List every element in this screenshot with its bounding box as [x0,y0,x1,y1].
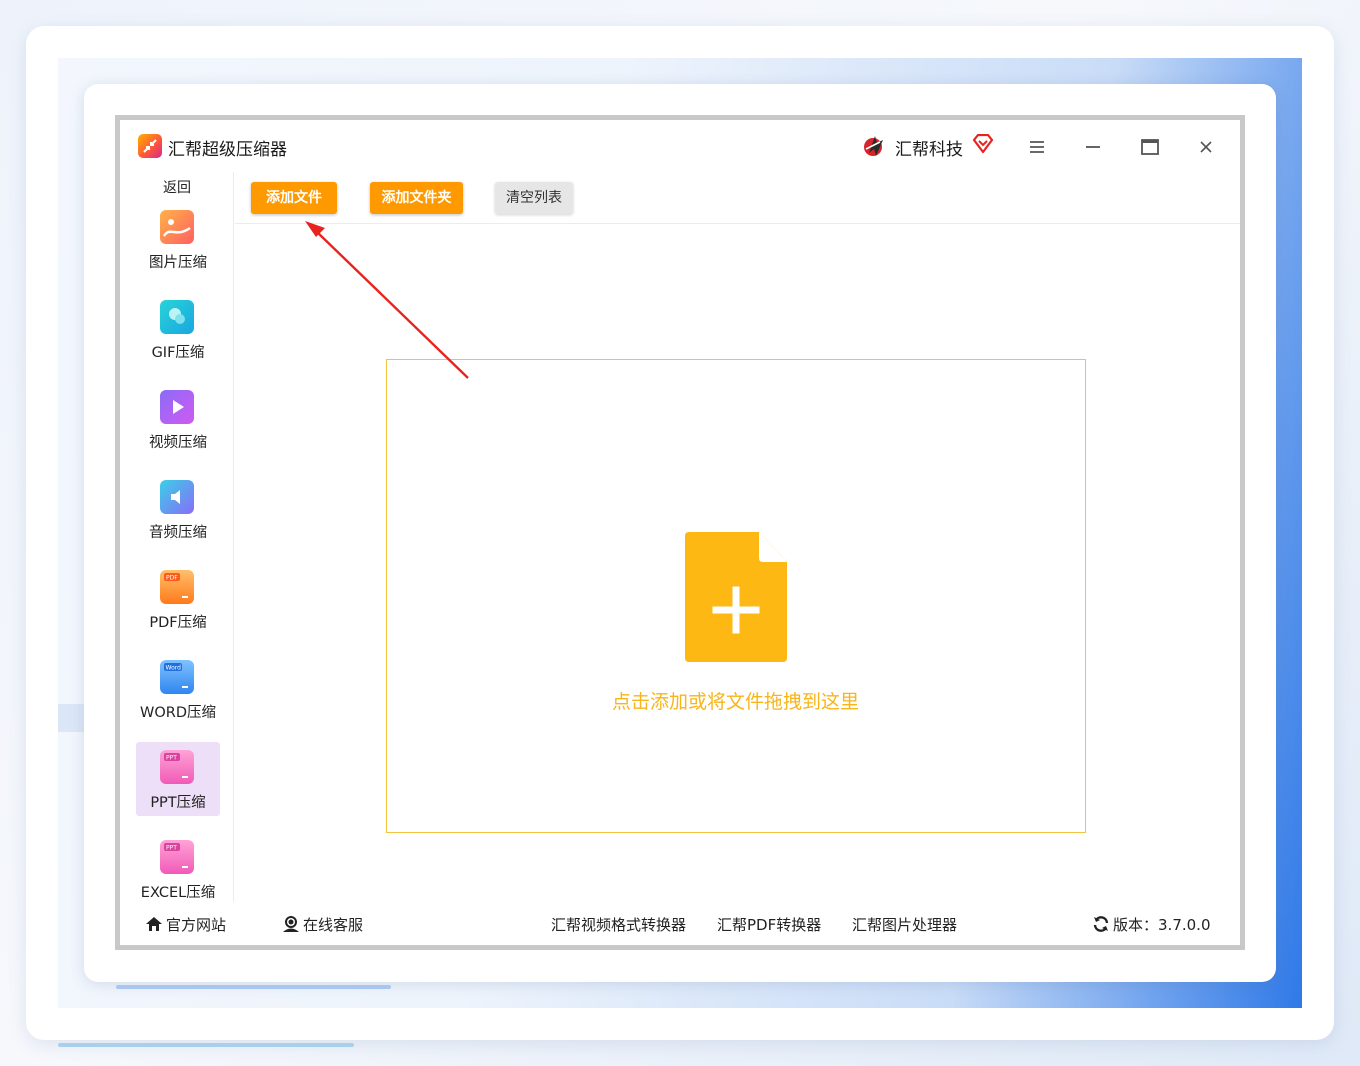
refresh-icon [1093,916,1109,932]
audio-compress-icon [160,480,194,514]
image-compress-icon [160,210,194,244]
back-link[interactable]: 返回 [120,177,234,197]
menu-button[interactable] [1020,130,1054,164]
drop-hint-text: 点击添加或将文件拖拽到这里 [611,691,859,713]
sidebar-item-pdf[interactable]: PDF PDF压缩 [136,562,220,636]
sidebar-item-image[interactable]: 图片压缩 [136,202,220,276]
file-drop-zone[interactable]: 点击添加或将文件拖拽到这里 [386,359,1086,833]
hamburger-icon [1030,141,1044,153]
toolbar: 添加文件 添加文件夹 清空列表 [235,172,1240,224]
minimize-button[interactable] [1076,130,1110,164]
add-file-button[interactable]: 添加文件 [251,182,337,214]
svg-text:Word: Word [166,665,182,672]
version-info[interactable]: 版本：3.7.0.0 [1092,914,1211,935]
sidebar-item-ppt[interactable]: PPT PPT压缩 [136,742,220,816]
video-converter-link[interactable]: 汇帮视频格式转换器 [551,914,686,935]
home-icon [146,917,162,931]
support-agent-icon [283,916,299,932]
online-support-label: 在线客服 [303,916,364,934]
app-title: 汇帮超级压缩器 [168,140,287,160]
close-icon [1200,141,1212,153]
sidebar-item-label: WORD压缩 [140,705,216,721]
vip-diamond-icon[interactable] [972,134,994,154]
sidebar-item-label: 音频压缩 [149,525,207,541]
svg-text:PDF: PDF [166,575,178,582]
version-number: 3.7.0.0 [1158,916,1211,934]
clear-list-button[interactable]: 清空列表 [495,182,573,214]
sidebar-item-label: EXCEL压缩 [140,885,216,901]
sidebar-item-word[interactable]: Word WORD压缩 [136,652,220,726]
add-file-icon [685,532,787,662]
svg-text:PPT: PPT [166,755,177,762]
sidebar-item-label: PDF压缩 [149,615,207,631]
gif-compress-icon [160,300,194,334]
maximize-button[interactable] [1133,130,1167,164]
close-button[interactable] [1189,130,1223,164]
sidebar-item-label: 图片压缩 [149,255,207,271]
brand-logo-icon [864,136,883,156]
excel-compress-icon: PPT [160,840,194,874]
sidebar: 返回 图片压缩 GIF压缩 视频压缩 音频压缩 PDF PDF压缩 Word W… [120,172,234,902]
ppt-compress-icon: PPT [160,750,194,784]
brand-name: 汇帮科技 [895,140,963,160]
video-compress-icon [160,390,194,424]
background-strip [58,704,86,732]
sidebar-item-gif[interactable]: GIF压缩 [136,292,220,366]
official-website-link[interactable]: 官方网站 [145,914,226,935]
background-bar [116,985,391,989]
app-window: 汇帮超级压缩器 汇帮科技 返回 图片压缩 GIF压缩 视频压缩 音频压缩 PDF… [115,115,1245,950]
word-compress-icon: Word [160,660,194,694]
sidebar-item-label: GIF压缩 [151,345,205,361]
pdf-converter-link[interactable]: 汇帮PDF转换器 [717,914,821,935]
sidebar-item-excel[interactable]: PPT EXCEL压缩 [136,832,220,906]
online-support-link[interactable]: 在线客服 [282,914,363,935]
app-logo-icon [138,134,162,158]
title-bar[interactable]: 汇帮超级压缩器 汇帮科技 [120,120,1240,172]
pdf-compress-icon: PDF [160,570,194,604]
minimize-icon [1086,146,1100,148]
sidebar-item-audio[interactable]: 音频压缩 [136,472,220,546]
version-label: 版本： [1113,916,1159,934]
footer-bar: 官方网站 在线客服 汇帮视频格式转换器 汇帮PDF转换器 汇帮图片处理器 版本：… [120,902,1240,945]
background-bar [58,1043,354,1047]
add-folder-button[interactable]: 添加文件夹 [370,182,463,214]
svg-text:PPT: PPT [166,845,177,852]
image-processor-link[interactable]: 汇帮图片处理器 [852,914,957,935]
sidebar-item-label: 视频压缩 [149,435,207,451]
sidebar-item-video[interactable]: 视频压缩 [136,382,220,456]
sidebar-item-label: PPT压缩 [150,795,206,811]
official-website-label: 官方网站 [166,916,227,934]
maximize-icon [1141,139,1159,155]
